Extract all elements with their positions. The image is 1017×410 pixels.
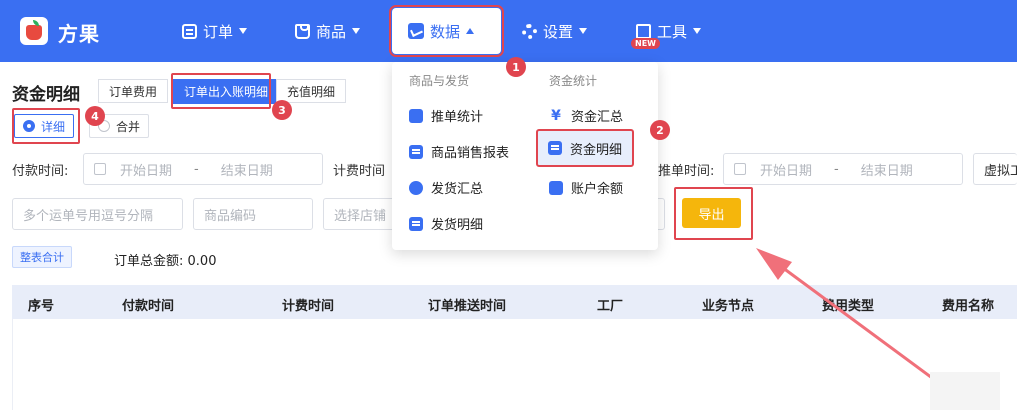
shop-placeholder: 选择店铺 xyxy=(334,208,387,224)
menu-push-stats[interactable]: 推单统计 xyxy=(409,106,483,125)
push-time-range[interactable]: 开始日期 - 结束日期 xyxy=(723,153,963,185)
data-dropdown-menu: 商品与发货 资金统计 推单统计 商品销售报表 发货汇总 发货明细 ¥ 资金汇总 … xyxy=(392,62,658,250)
step-marker-2: 2 xyxy=(650,120,670,140)
yen-icon: ¥ xyxy=(551,107,561,124)
annotation-box-tab xyxy=(171,73,271,109)
col-bill-time: 计费时间 xyxy=(282,299,335,314)
mode-merge-label: 合并 xyxy=(116,119,141,134)
pay-time-label: 付款时间: xyxy=(12,164,69,179)
page-title: 资金明细 xyxy=(12,85,80,105)
sku-input[interactable]: 商品编码 xyxy=(193,198,313,230)
nav-orders-label: 订单 xyxy=(203,22,234,41)
nav-goods-label: 商品 xyxy=(316,22,347,41)
col-business-node: 业务节点 xyxy=(702,299,755,314)
menu-fund-summary[interactable]: ¥ 资金汇总 xyxy=(549,106,624,126)
waybill-placeholder: 多个运单号用逗号分隔 xyxy=(23,208,154,224)
annotation-box-detail xyxy=(12,108,80,144)
order-total-label: 订单总金额: xyxy=(114,254,184,269)
shopping-bag-icon xyxy=(295,23,310,39)
caret-down-icon xyxy=(239,28,248,34)
menu-shipping-detail[interactable]: 发货明细 xyxy=(409,214,483,233)
fund-detail-icon xyxy=(548,141,562,155)
menu-fund-summary-label: 资金汇总 xyxy=(571,110,624,125)
gear-icon xyxy=(522,23,537,39)
bill-time-label: 计费时间 xyxy=(333,164,386,179)
virtual-factory-select[interactable]: 虚拟工 xyxy=(973,153,1017,185)
menu-account-balance-label: 账户余额 xyxy=(571,182,624,197)
nav-tools-label: 工具 xyxy=(657,22,688,41)
dropdown-group-goods: 商品与发货 xyxy=(409,74,470,88)
caret-down-icon xyxy=(693,28,702,34)
caret-down-icon xyxy=(352,28,361,34)
col-index: 序号 xyxy=(28,299,55,314)
upload-icon xyxy=(409,108,423,123)
nav-data-label: 数据 xyxy=(430,22,461,41)
col-fee-name: 费用名称 xyxy=(942,299,995,314)
pay-start-placeholder: 开始日期 xyxy=(120,163,173,179)
col-fee-type: 费用类型 xyxy=(822,299,875,314)
tab-order-fees[interactable]: 订单费用 xyxy=(98,79,169,103)
order-total-value: 0.00 xyxy=(187,254,217,269)
cube-icon xyxy=(636,23,651,39)
range-separator: - xyxy=(834,161,839,177)
step-marker-1: 1 xyxy=(506,57,526,77)
nav-data[interactable]: 数据 xyxy=(389,5,504,57)
menu-fund-detail[interactable]: 资金明细 xyxy=(536,129,635,167)
pay-end-placeholder: 结束日期 xyxy=(220,163,273,179)
apple-logo-icon xyxy=(20,17,48,45)
dropdown-group-funds: 资金统计 xyxy=(549,74,598,88)
nav-orders[interactable]: 订单 xyxy=(182,20,248,42)
clipboard-icon xyxy=(182,23,197,39)
pie-chart-icon xyxy=(409,180,423,195)
virtual-factory-placeholder: 虚拟工 xyxy=(984,163,1017,179)
menu-fund-detail-label: 资金明细 xyxy=(570,142,623,158)
col-pay-time: 付款时间 xyxy=(122,299,175,314)
col-factory: 工厂 xyxy=(597,299,624,314)
push-start-placeholder: 开始日期 xyxy=(760,163,813,179)
caret-down-icon xyxy=(579,28,588,34)
pay-time-range[interactable]: 开始日期 - 结束日期 xyxy=(83,153,323,185)
table-body xyxy=(12,319,1017,410)
new-badge: NEW xyxy=(631,38,660,49)
waybill-input[interactable]: 多个运单号用逗号分隔 xyxy=(12,198,183,230)
table-total-badge: 整表合计 xyxy=(12,246,72,268)
step-marker-4: 4 xyxy=(85,106,105,126)
nav-settings-label: 设置 xyxy=(543,22,574,41)
arrow-head xyxy=(756,248,792,280)
brand-name: 方果 xyxy=(58,22,100,46)
order-total: 订单总金额: 0.00 xyxy=(114,250,216,269)
tab-recharge[interactable]: 充值明细 xyxy=(276,79,347,103)
menu-account-balance[interactable]: 账户余额 xyxy=(549,178,623,197)
line-chart-icon xyxy=(408,23,424,39)
caret-up-icon xyxy=(466,28,475,34)
menu-push-stats-label: 推单统计 xyxy=(431,110,484,125)
table-header: 序号 付款时间 计费时间 订单推送时间 工厂 业务节点 费用类型 费用名称 xyxy=(12,285,1017,319)
step-marker-3: 3 xyxy=(272,100,292,120)
nav-goods[interactable]: 商品 xyxy=(295,20,361,42)
menu-sales-report-label: 商品销售报表 xyxy=(431,146,510,161)
top-navbar: 方果 订单 商品 数据 设置 工具 NEW xyxy=(0,0,1017,62)
calendar-icon xyxy=(734,163,746,175)
trend-icon xyxy=(409,144,423,159)
document-icon xyxy=(409,216,423,231)
col-push-time: 订单推送时间 xyxy=(428,299,507,314)
menu-shipping-summary-label: 发货汇总 xyxy=(431,182,484,197)
push-time-label: 推单时间: xyxy=(658,164,715,179)
menu-sales-report[interactable]: 商品销售报表 xyxy=(409,142,509,161)
sku-placeholder: 商品编码 xyxy=(204,208,257,224)
range-separator: - xyxy=(194,161,199,177)
menu-shipping-summary[interactable]: 发货汇总 xyxy=(409,178,483,197)
menu-shipping-detail-label: 发货明细 xyxy=(431,218,484,233)
wallet-icon xyxy=(549,180,563,195)
push-end-placeholder: 结束日期 xyxy=(860,163,913,179)
calendar-icon xyxy=(94,163,106,175)
nav-settings[interactable]: 设置 xyxy=(522,20,588,42)
annotation-box-export xyxy=(674,187,753,240)
